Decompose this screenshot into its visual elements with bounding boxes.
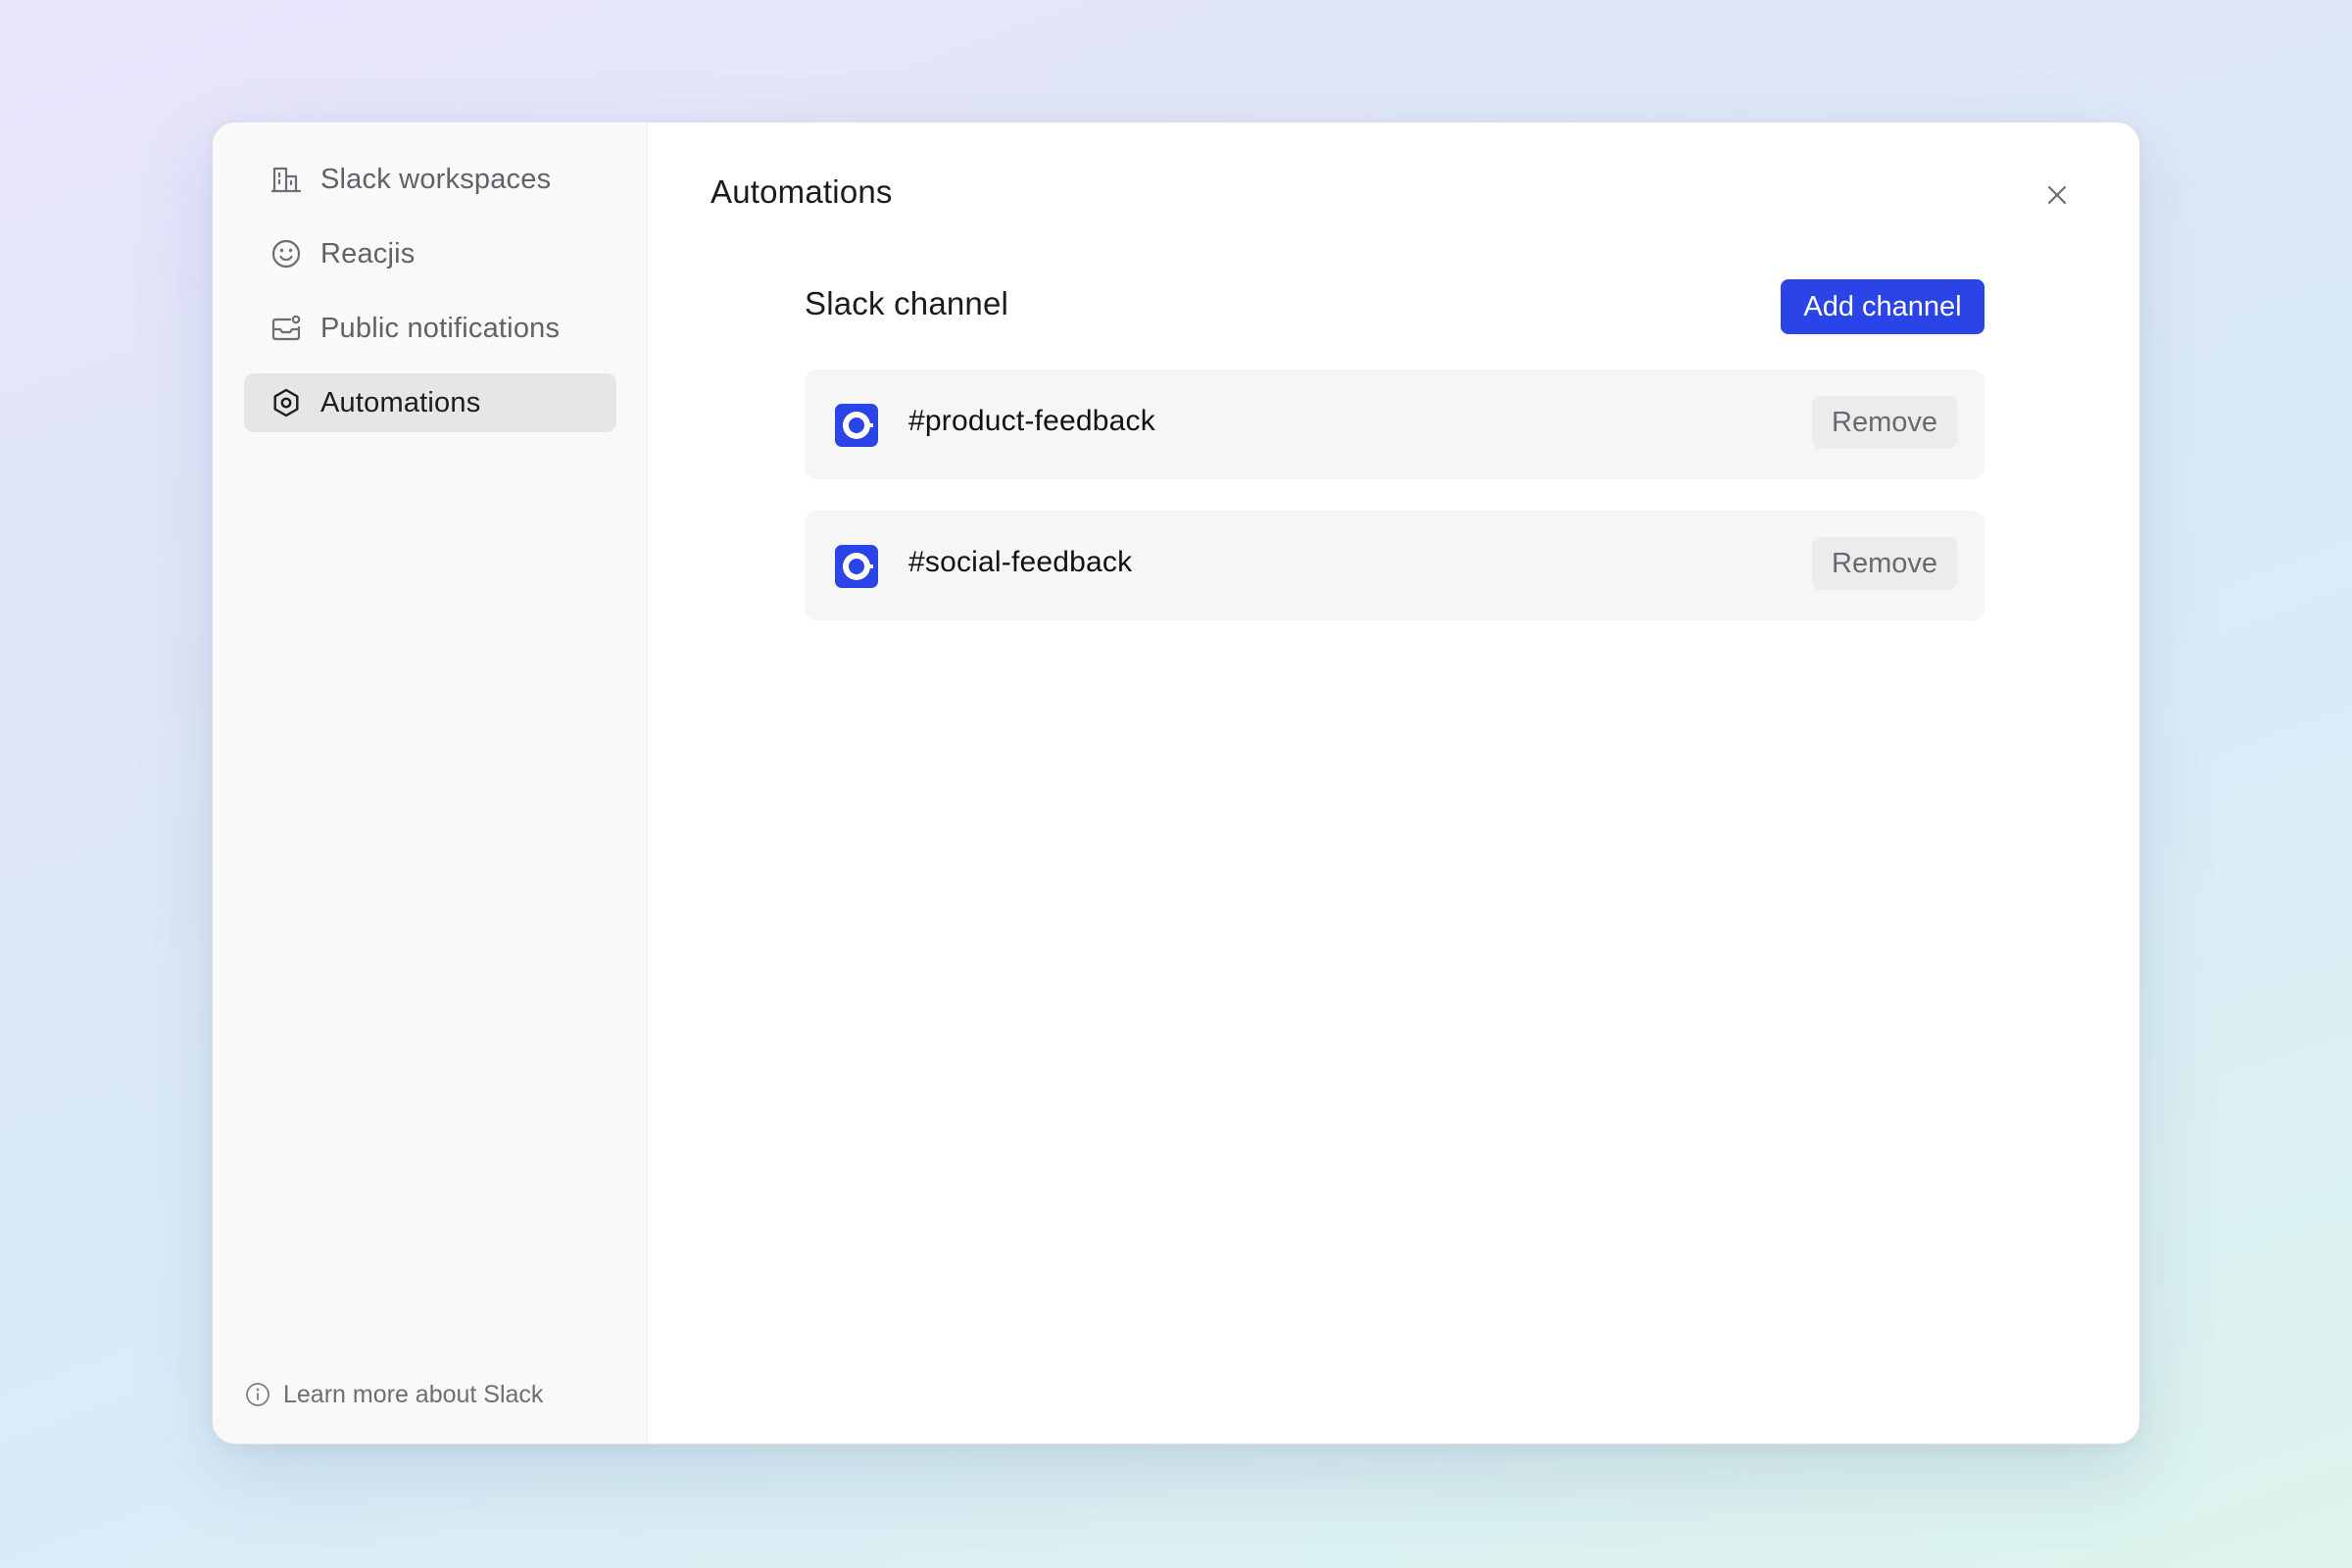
sidebar-item-label: Public notifications [320, 312, 561, 344]
channel-name: #social-feedback [908, 546, 1133, 578]
channel-logo-icon [834, 403, 879, 448]
sidebar: Slack workspaces Reacjis Public notifica… [213, 122, 648, 1444]
channel-row: #social-feedback Remove [805, 511, 1984, 620]
sidebar-item-label: Automations [320, 386, 481, 418]
sidebar-item-public-notifications[interactable]: Public notifications [244, 299, 616, 358]
sidebar-item-label: Reacjis [320, 237, 416, 270]
close-button[interactable] [2039, 177, 2075, 213]
info-icon [244, 1381, 271, 1408]
learn-more-link[interactable]: Learn more about Slack [244, 1377, 543, 1412]
channel-logo-icon [834, 544, 879, 589]
sidebar-item-automations[interactable]: Automations [244, 373, 616, 432]
smiley-icon [270, 237, 303, 270]
remove-button[interactable]: Remove [1812, 396, 1957, 449]
page-title: Automations [710, 173, 893, 210]
section-title: Slack channel [805, 285, 1009, 321]
notification-inbox-icon [270, 312, 303, 345]
channel-name: #product-feedback [908, 405, 1155, 437]
learn-more-label: Learn more about Slack [283, 1380, 544, 1408]
channel-row: #product-feedback Remove [805, 369, 1984, 479]
sidebar-item-slack-workspaces[interactable]: Slack workspaces [244, 150, 616, 209]
building-icon [270, 163, 303, 196]
hexagon-gear-icon [270, 386, 303, 419]
sidebar-item-reacjis[interactable]: Reacjis [244, 224, 616, 283]
add-channel-button[interactable]: Add channel [1781, 279, 1984, 334]
sidebar-item-label: Slack workspaces [320, 163, 552, 195]
remove-button[interactable]: Remove [1812, 537, 1957, 590]
settings-modal: Slack workspaces Reacjis Public notifica… [212, 122, 2140, 1445]
close-icon [2047, 185, 2067, 205]
